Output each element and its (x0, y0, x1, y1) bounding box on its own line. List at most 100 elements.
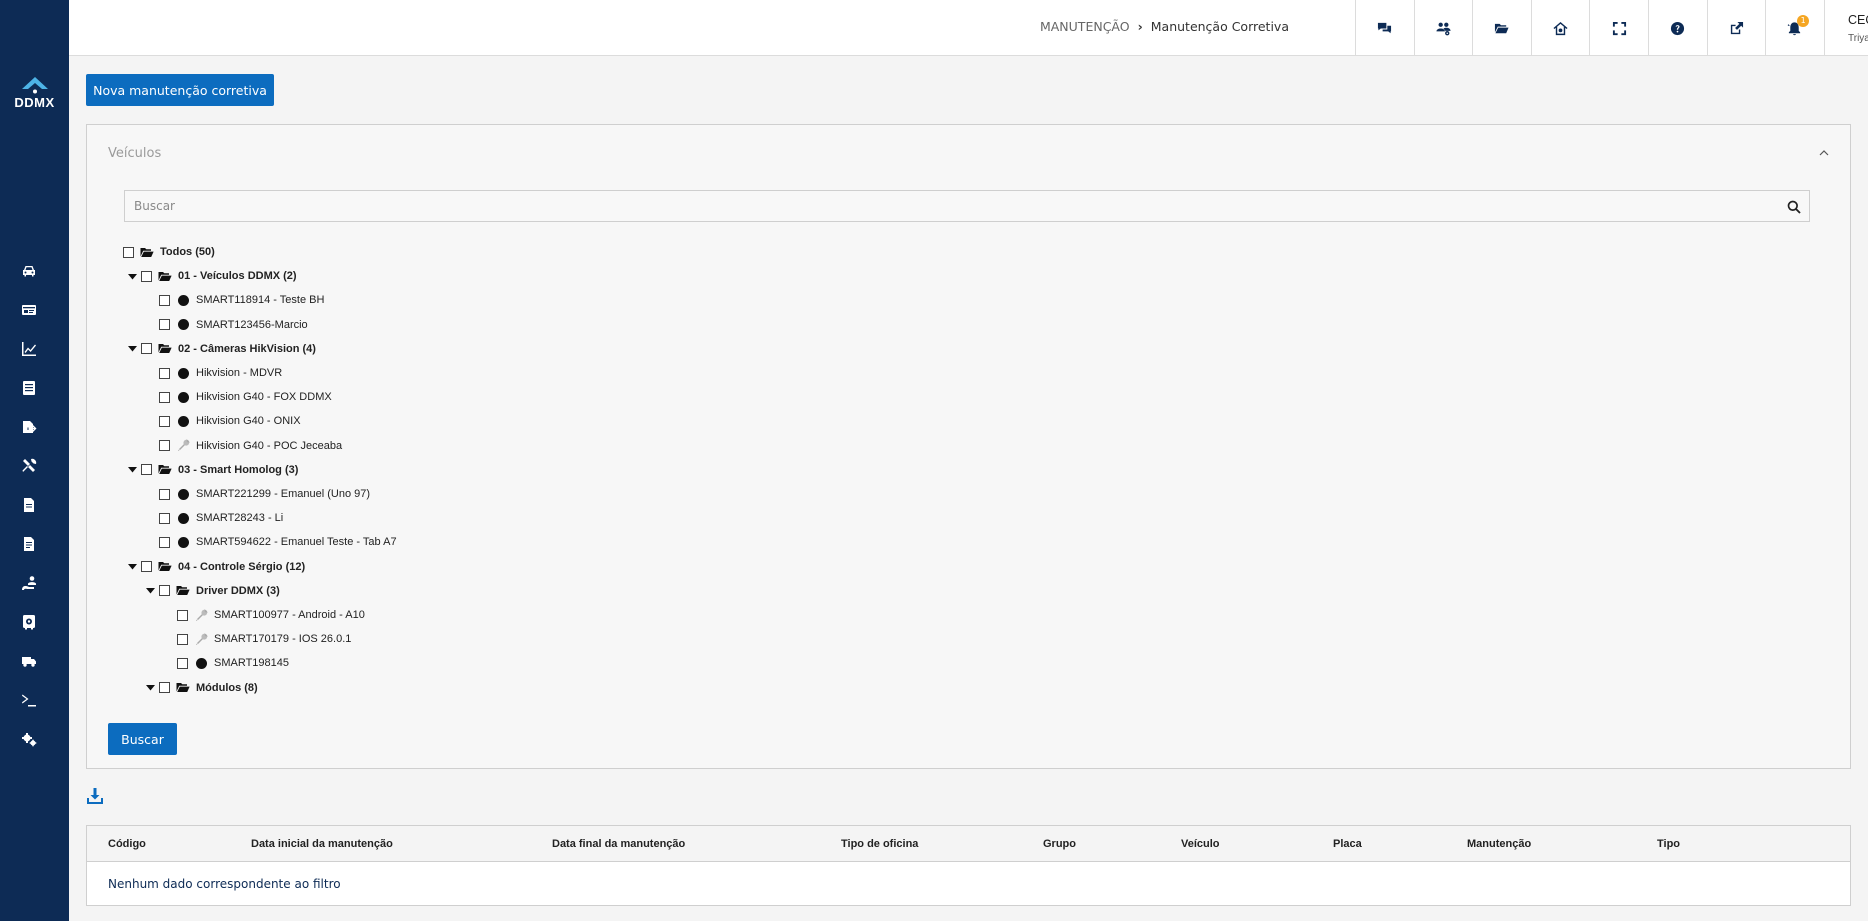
tree-vehicle[interactable]: SMART170179 - IOS 26.0.1 (164, 630, 351, 648)
file-alt-icon[interactable] (20, 535, 38, 553)
tree-label: SMART28243 - Li (196, 512, 284, 525)
tree-vehicle[interactable]: SMART594622 - Emanuel Teste - Tab A7 (146, 533, 397, 551)
caret-down-icon[interactable] (128, 465, 137, 474)
column-header[interactable]: Manutenção (1467, 838, 1531, 850)
tree-checkbox[interactable] (159, 682, 170, 694)
breadcrumb-section[interactable]: MANUTENÇÃO (1040, 19, 1130, 34)
search-icon[interactable] (1787, 200, 1801, 214)
tree-folder[interactable]: 01 - Veículos DDMX (2) (128, 267, 297, 285)
tree-label: SMART594622 - Emanuel Teste - Tab A7 (196, 536, 397, 549)
tree-vehicle[interactable]: Hikvision G40 - FOX DDMX (146, 388, 332, 406)
breadcrumb-current: Manutenção Corretiva (1150, 19, 1289, 34)
id-card-icon[interactable] (20, 301, 38, 319)
tree-checkbox[interactable] (177, 657, 188, 669)
bell-icon[interactable]: 1 (1765, 0, 1824, 56)
status-dot-icon (176, 367, 190, 379)
new-corrective-maintenance-button[interactable]: Nova manutenção corretiva (86, 74, 274, 106)
tree-vehicle[interactable]: SMART221299 - Emanuel (Uno 97) (146, 485, 370, 503)
tree-checkbox[interactable] (159, 488, 170, 500)
tree-checkbox[interactable] (141, 270, 152, 282)
tree-checkbox[interactable] (159, 512, 170, 524)
tree-checkbox[interactable] (159, 391, 170, 403)
download-icon[interactable] (86, 787, 104, 805)
tree-vehicle[interactable]: Hikvision G40 - ONIX (146, 412, 301, 430)
status-dot-icon (176, 294, 190, 306)
tree-checkbox[interactable] (141, 464, 152, 476)
cogs-icon[interactable] (20, 730, 38, 748)
tree-checkbox[interactable] (141, 343, 152, 355)
user-road-icon[interactable] (20, 574, 38, 592)
truck-icon[interactable] (20, 652, 38, 670)
tree-vehicle[interactable]: SMART198145 (164, 654, 289, 672)
tree-folder[interactable]: 04 - Controle Sérgio (12) (128, 558, 305, 576)
car-icon[interactable] (20, 262, 38, 280)
status-dot-icon (176, 488, 190, 500)
users-cog-icon[interactable] (1413, 0, 1473, 56)
tree-vehicle[interactable]: SMART28243 - Li (146, 509, 283, 527)
vehicle-search-input[interactable] (125, 191, 1809, 221)
tree-vehicle[interactable]: SMART100977 - Android - A10 (164, 606, 365, 624)
comments-icon[interactable] (1355, 0, 1414, 56)
safe-icon[interactable] (20, 613, 38, 631)
folder-icon[interactable] (1472, 0, 1531, 56)
caret-down-icon[interactable] (128, 562, 137, 571)
caret-down-icon[interactable] (128, 272, 137, 281)
status-dot-icon (176, 512, 190, 524)
tree-folder[interactable]: Todos (50) (123, 243, 215, 261)
wrench-icon (176, 439, 190, 452)
tree-folder[interactable]: Driver DDMX (3) (146, 582, 280, 600)
column-header[interactable]: Placa (1333, 838, 1362, 850)
column-header[interactable]: Grupo (1043, 838, 1076, 850)
folder-open-icon (158, 343, 172, 355)
tree-checkbox[interactable] (159, 440, 170, 452)
file-export-icon[interactable] (20, 418, 38, 436)
vehicles-panel-title[interactable]: Veículos (108, 146, 161, 161)
tree-checkbox[interactable] (177, 609, 188, 621)
status-dot-icon (176, 536, 190, 548)
tree-checkbox[interactable] (177, 633, 188, 645)
caret-down-icon[interactable] (146, 683, 155, 692)
tree-checkbox[interactable] (141, 561, 152, 573)
tree-folder[interactable]: Módulos (8) (146, 679, 258, 695)
tree-folder[interactable]: 03 - Smart Homolog (3) (128, 461, 298, 479)
tools-icon[interactable] (20, 457, 38, 475)
fullscreen-icon[interactable] (1589, 0, 1648, 56)
caret-down-icon[interactable] (128, 344, 137, 353)
user-menu[interactable]: CEO_DDMX Triyax native (1824, 0, 1868, 56)
empty-table-message: Nenhum dado correspondente ao filtro (108, 877, 341, 891)
topbar-icon-group: 1 (1355, 0, 1824, 56)
external-link-icon[interactable] (1706, 0, 1766, 56)
caret-down-icon[interactable] (146, 586, 155, 595)
tree-label: Módulos (8) (196, 681, 258, 694)
tree-checkbox[interactable] (159, 319, 170, 331)
chevron-up-icon[interactable] (1818, 147, 1830, 159)
tree-vehicle[interactable]: SMART123456-Marcio (146, 316, 308, 334)
column-header[interactable]: Veículo (1181, 838, 1220, 850)
home-gear-icon[interactable] (1530, 0, 1590, 56)
tree-checkbox[interactable] (159, 415, 170, 427)
column-header[interactable]: Código (108, 838, 146, 850)
column-header[interactable]: Data final da manutenção (552, 838, 685, 850)
folder-open-icon (176, 682, 190, 694)
tree-checkbox[interactable] (159, 585, 170, 597)
column-header[interactable]: Tipo de oficina (841, 838, 918, 850)
tree-checkbox[interactable] (159, 536, 170, 548)
tree-vehicle[interactable]: Hikvision G40 - POC Jeceaba (146, 437, 342, 455)
list-icon[interactable] (20, 379, 38, 397)
search-button[interactable]: Buscar (108, 723, 177, 755)
help-icon[interactable] (1647, 0, 1707, 56)
tree-vehicle[interactable]: Hikvision - MDVR (146, 364, 282, 382)
chart-line-icon[interactable] (20, 340, 38, 358)
terminal-icon[interactable] (20, 691, 38, 709)
tree-folder[interactable]: 02 - Câmeras HikVision (4) (128, 340, 316, 358)
column-header[interactable]: Data inicial da manutenção (251, 838, 393, 850)
tree-checkbox[interactable] (123, 246, 134, 258)
tree-checkbox[interactable] (159, 294, 170, 306)
column-header[interactable]: Tipo (1657, 838, 1680, 850)
file-icon[interactable] (20, 496, 38, 514)
tree-vehicle[interactable]: SMART118914 - Teste BH (146, 291, 324, 309)
tree-label: SMART100977 - Android - A10 (214, 609, 365, 621)
folder-open-icon (158, 561, 172, 573)
tree-checkbox[interactable] (159, 367, 170, 379)
ddmx-logo[interactable]: DDMX (0, 76, 69, 110)
